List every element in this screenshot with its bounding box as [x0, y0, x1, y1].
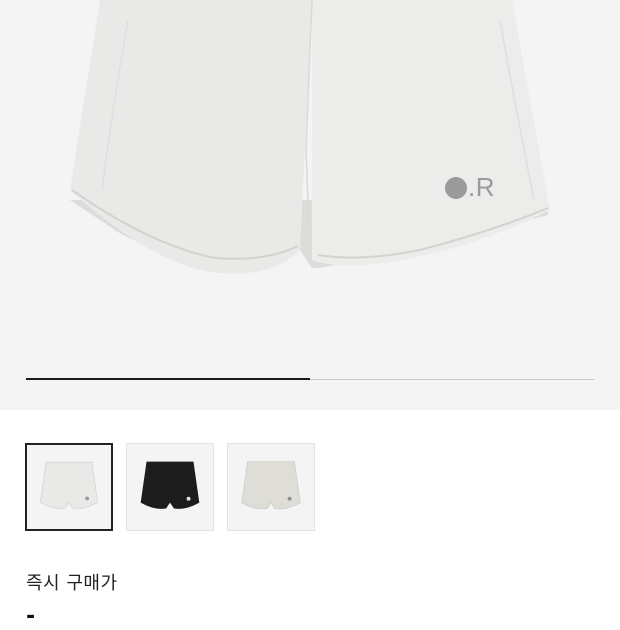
- shorts-thumbnail-light: [39, 461, 99, 509]
- logo-dot-icon: [445, 177, 467, 199]
- product-image-hero[interactable]: .R: [0, 0, 620, 410]
- instant-buy-price-label: 즉시 구매가: [26, 573, 118, 594]
- shorts-thumbnail-black: [140, 461, 200, 509]
- thumbnail-black[interactable]: [126, 443, 214, 531]
- thumbnail-light[interactable]: [25, 443, 113, 531]
- shorts-image: [70, 0, 550, 274]
- gallery-progress-track: [26, 378, 594, 380]
- instant-buy-price-value: -: [26, 604, 36, 629]
- brand-logo-text: .R: [468, 172, 495, 202]
- thumbnail-beige[interactable]: [227, 443, 315, 531]
- gallery-progress-fill: [26, 378, 310, 380]
- shorts-thumbnail-beige: [241, 461, 301, 510]
